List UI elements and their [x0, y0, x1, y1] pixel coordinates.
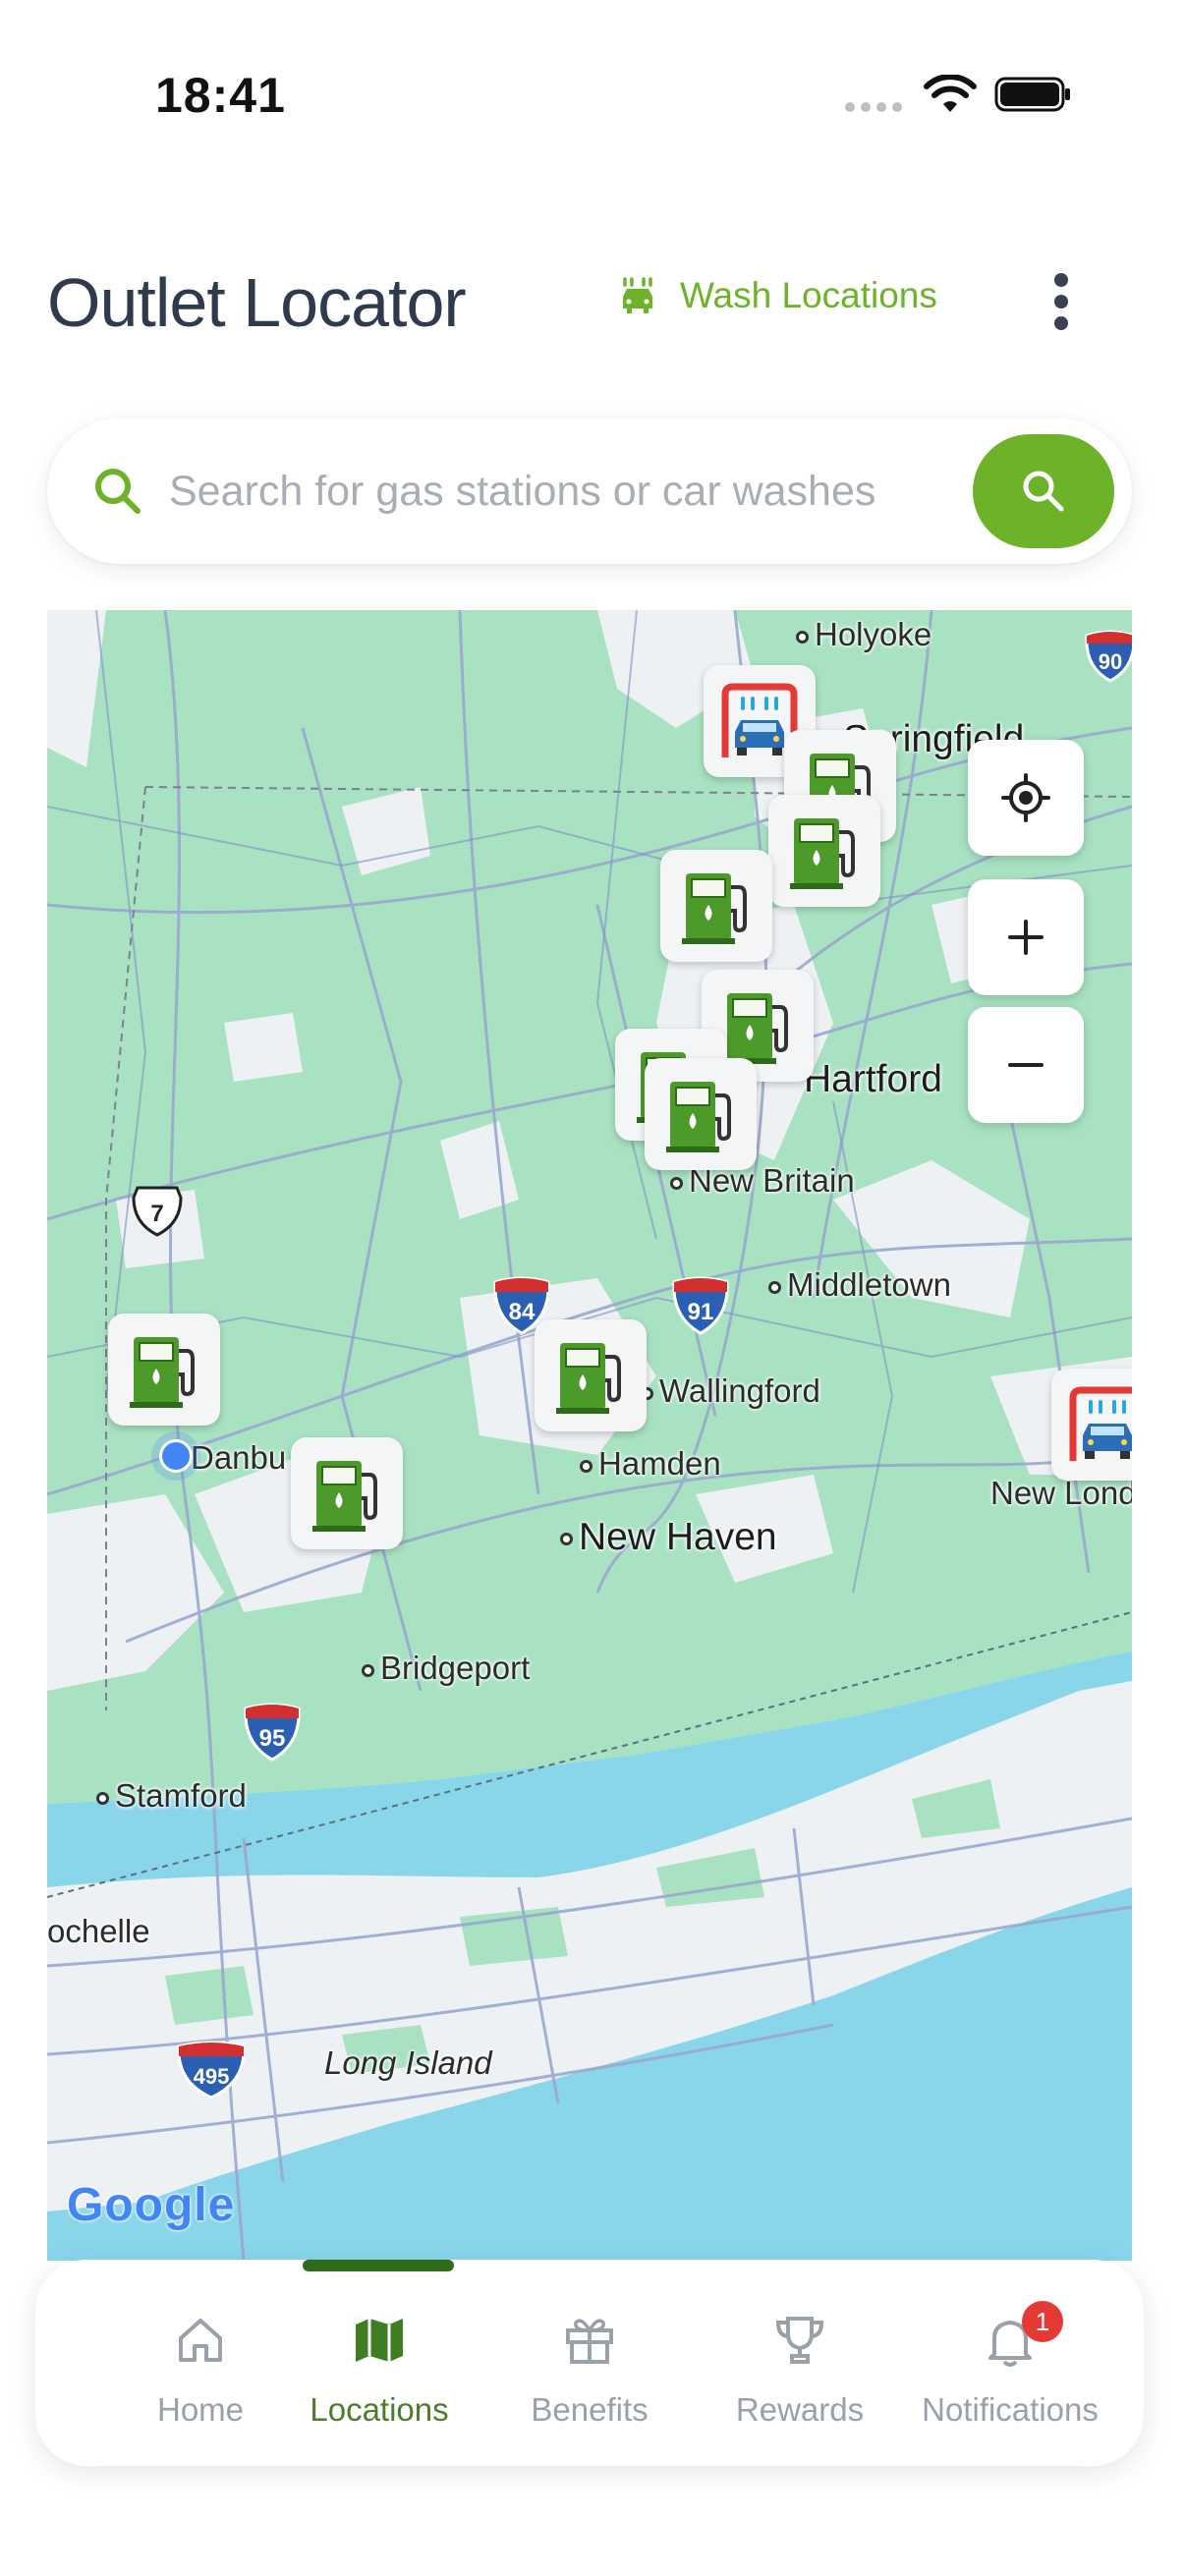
gas-station-marker[interactable] — [291, 1437, 403, 1549]
svg-text:84: 84 — [509, 1299, 536, 1325]
zoom-in-button[interactable] — [968, 879, 1084, 995]
gas-pump-icon — [790, 818, 855, 889]
search-icon — [95, 469, 141, 514]
search-input[interactable] — [169, 452, 1004, 531]
trophy-icon — [775, 2317, 824, 2364]
notification-badge: 1 — [1022, 2301, 1063, 2342]
interstate-shield-495: 495 — [177, 2041, 246, 2100]
gas-station-marker[interactable] — [108, 1314, 220, 1426]
nav-label-rewards: Rewards — [735, 2391, 865, 2428]
svg-text:7: 7 — [150, 1201, 163, 1227]
status-bar: 18:41 — [0, 0, 1185, 187]
nav-label-locations: Locations — [310, 2391, 449, 2428]
gas-station-marker[interactable] — [768, 795, 880, 907]
interstate-shield-91: 91 — [672, 1276, 729, 1335]
header: Outlet Locator Wash Locations — [0, 246, 1185, 364]
page-title: Outlet Locator — [47, 264, 467, 341]
crosshair-icon — [1001, 773, 1050, 822]
map-label-rochelle: ochelle — [47, 1913, 150, 1949]
nav-item-benefits[interactable]: Benefits — [481, 2311, 698, 2448]
gas-pump-icon — [312, 1461, 377, 1532]
gas-station-marker[interactable] — [645, 1058, 757, 1170]
zoom-out-button[interactable] — [968, 1007, 1084, 1123]
search-button[interactable] — [973, 434, 1114, 548]
map-label-hartford: Hartford — [804, 1058, 942, 1100]
gas-pump-icon — [130, 1337, 195, 1408]
us-route-shield-7: 7 — [132, 1186, 183, 1237]
wifi-icon — [924, 75, 977, 112]
map-label-hamden: Hamden — [580, 1445, 721, 1483]
map-label-long-island: Long Island — [324, 2044, 492, 2081]
map-background — [47, 610, 1132, 2261]
my-location-button[interactable] — [968, 740, 1084, 856]
interstate-shield-95: 95 — [244, 1703, 301, 1762]
svg-text:95: 95 — [259, 1725, 286, 1752]
search-bar — [47, 419, 1132, 564]
gas-station-marker[interactable] — [660, 850, 772, 962]
minus-icon — [1008, 1063, 1044, 1067]
map-label-holyoke: Holyoke — [796, 616, 931, 653]
status-time: 18:41 — [155, 68, 286, 123]
nav-item-rewards[interactable]: Rewards — [692, 2311, 908, 2448]
map-label-bridgeport: Bridgeport — [362, 1650, 530, 1687]
nav-label-home: Home — [156, 2391, 245, 2428]
map-label-wallingford: Wallingford — [641, 1372, 820, 1410]
map-label-new-haven: New Haven — [560, 1516, 777, 1559]
bottom-navigation: Home Locations Benefits Rewards 1 Notifi… — [35, 2260, 1144, 2466]
more-vertical-icon — [1054, 273, 1068, 287]
active-tab-indicator — [303, 2260, 454, 2271]
gas-station-marker[interactable] — [535, 1319, 647, 1431]
map-label-stamford: Stamford — [96, 1777, 247, 1815]
home-icon — [179, 2319, 222, 2362]
nav-label-notifications: Notifications — [922, 2391, 1099, 2428]
search-icon — [1023, 471, 1064, 512]
interstate-shield-90: 90 — [1085, 630, 1132, 683]
map-icon — [356, 2319, 403, 2362]
car-wash-icon — [623, 277, 652, 313]
gas-pump-icon — [723, 993, 788, 1064]
more-options-button[interactable] — [1042, 267, 1081, 336]
nav-item-locations[interactable]: Locations — [271, 2311, 487, 2448]
svg-text:91: 91 — [688, 1299, 714, 1325]
wash-locations-label: Wash Locations — [680, 275, 937, 315]
user-location-dot — [151, 1431, 200, 1481]
map-view[interactable]: Holyoke Springfield Hartford New Britain… — [47, 610, 1132, 2261]
car-wash-marker[interactable] — [1051, 1369, 1132, 1481]
cellular-signal-icon — [845, 102, 902, 112]
wash-locations-link[interactable]: Wash Locations — [617, 275, 937, 316]
gas-pump-icon — [666, 1082, 731, 1152]
map-label-middletown: Middletown — [768, 1266, 951, 1304]
gift-icon — [566, 2319, 613, 2364]
google-logo: Google — [67, 2179, 236, 2231]
nav-label-benefits: Benefits — [531, 2391, 649, 2428]
battery-icon — [994, 77, 1070, 112]
gas-pump-icon — [556, 1343, 621, 1414]
gas-pump-icon — [682, 873, 747, 944]
nav-item-notifications[interactable]: 1 Notifications — [902, 2301, 1118, 2448]
map-label-danbury: Danbu — [191, 1439, 287, 1476]
svg-text:495: 495 — [194, 2064, 230, 2089]
svg-text:90: 90 — [1099, 649, 1122, 674]
plus-icon — [1008, 920, 1044, 955]
car-wash-icon — [1069, 1386, 1132, 1461]
